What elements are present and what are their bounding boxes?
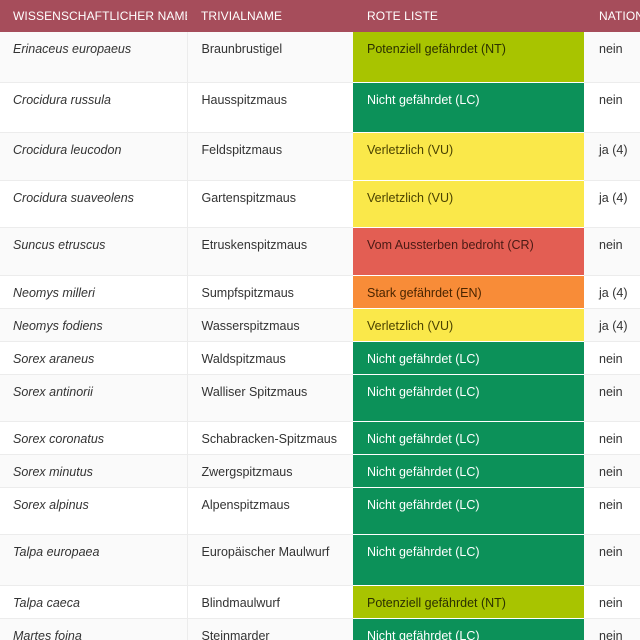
cell-national-priority: nein — [584, 32, 640, 83]
cell-common-name: Alpenspitzmaus — [187, 487, 353, 535]
cell-common-name: Wasserspitzmaus — [187, 308, 353, 342]
cell-common-name: Steinmarder — [187, 618, 353, 640]
cell-red-list-status: Stark gefährdet (EN) — [353, 275, 584, 309]
table-row[interactable]: Erinaceus europaeus Braunbrustigel Potenzi… — [0, 32, 640, 83]
table-row[interactable]: Sorex minutus Zwergspitzmaus Nicht gefährd… — [0, 454, 640, 488]
cell-national-priority: nein — [584, 227, 640, 276]
cell-national-priority: ja (4) — [584, 132, 640, 181]
cell-red-list-status: Nicht gefährdet (LC) — [353, 421, 584, 455]
table-body: Erinaceus europaeus Braunbrustigel Potenzi… — [0, 32, 640, 640]
header-row: WISSENSCHAFTLICHER NAME TRIVIALNAME ROTE… — [0, 0, 640, 32]
table-row[interactable]: Crocidura russula Hausspitzmaus Nicht gefä… — [0, 82, 640, 133]
cell-national-priority: nein — [584, 341, 640, 375]
cell-scientific-name: Sorex antinorii — [0, 374, 188, 422]
table-row[interactable]: Neomys milleri Sumpfspitzmaus Stark gefähr… — [0, 275, 640, 309]
species-table-container: WISSENSCHAFTLICHER NAME TRIVIALNAME ROTE… — [0, 0, 640, 640]
cell-scientific-name: Talpa europaea — [0, 534, 188, 586]
cell-red-list-status: Nicht gefährdet (LC) — [353, 82, 584, 133]
cell-common-name: Braunbrustigel — [187, 32, 353, 83]
cell-common-name: Etruskenspitzmaus — [187, 227, 353, 276]
cell-common-name: Schabracken-Spitzmaus — [187, 421, 353, 455]
cell-scientific-name: Sorex coronatus — [0, 421, 188, 455]
column-header-scientific-name[interactable]: WISSENSCHAFTLICHER NAME — [0, 0, 187, 32]
table-row[interactable]: Talpa caeca Blindmaulwurf Potenziell gefäh… — [0, 585, 640, 619]
cell-common-name: Zwergspitzmaus — [187, 454, 353, 488]
cell-red-list-status: Potenziell gefährdet (NT) — [353, 585, 584, 619]
cell-red-list-status: Verletzlich (VU) — [353, 180, 584, 228]
cell-national-priority: nein — [584, 618, 640, 640]
cell-national-priority: ja (4) — [584, 180, 640, 228]
cell-national-priority: nein — [584, 534, 640, 586]
cell-common-name: Gartenspitzmaus — [187, 180, 353, 228]
cell-scientific-name: Neomys fodiens — [0, 308, 188, 342]
column-header-red-list[interactable]: ROTE LISTE — [353, 0, 584, 32]
cell-scientific-name: Erinaceus europaeus — [0, 32, 188, 83]
table-row[interactable]: Martes foina Steinmarder Nicht gefährdet (… — [0, 618, 640, 640]
cell-national-priority: nein — [584, 82, 640, 133]
cell-scientific-name: Sorex minutus — [0, 454, 188, 488]
cell-common-name: Waldspitzmaus — [187, 341, 353, 375]
cell-red-list-status: Nicht gefährdet (LC) — [353, 374, 584, 422]
table-row[interactable]: Neomys fodiens Wasserspitzmaus Verletzlich… — [0, 308, 640, 342]
cell-scientific-name: Suncus etruscus — [0, 227, 188, 276]
cell-red-list-status: Nicht gefährdet (LC) — [353, 618, 584, 640]
cell-scientific-name: Martes foina — [0, 618, 188, 640]
cell-scientific-name: Crocidura suaveolens — [0, 180, 188, 228]
table-row[interactable]: Sorex alpinus Alpenspitzmaus Nicht gefährd… — [0, 487, 640, 535]
cell-scientific-name: Crocidura russula — [0, 82, 188, 133]
cell-common-name: Feldspitzmaus — [187, 132, 353, 181]
cell-red-list-status: Nicht gefährdet (LC) — [353, 341, 584, 375]
table-row[interactable]: Talpa europaea Europäischer Maulwurf Nicht… — [0, 534, 640, 586]
cell-national-priority: ja (4) — [584, 308, 640, 342]
table-row[interactable]: Sorex antinorii Walliser Spitzmaus Nicht g… — [0, 374, 640, 422]
cell-red-list-status: Verletzlich (VU) — [353, 132, 584, 181]
cell-red-list-status: Nicht gefährdet (LC) — [353, 487, 584, 535]
table-row[interactable]: Crocidura suaveolens Gartenspitzmaus Verle… — [0, 180, 640, 228]
cell-common-name: Blindmaulwurf — [187, 585, 353, 619]
cell-red-list-status: Nicht gefährdet (LC) — [353, 454, 584, 488]
cell-scientific-name: Talpa caeca — [0, 585, 188, 619]
cell-red-list-status: Nicht gefährdet (LC) — [353, 534, 584, 586]
cell-red-list-status: Vom Aussterben bedroht (CR) — [353, 227, 584, 276]
table-row[interactable]: Crocidura leucodon Feldspitzmaus Verletzli… — [0, 132, 640, 181]
cell-common-name: Europäischer Maulwurf — [187, 534, 353, 586]
column-header-national[interactable]: NATION — [584, 0, 640, 32]
cell-national-priority: nein — [584, 421, 640, 455]
cell-national-priority: nein — [584, 454, 640, 488]
cell-national-priority: nein — [584, 374, 640, 422]
cell-scientific-name: Sorex araneus — [0, 341, 188, 375]
cell-red-list-status: Potenziell gefährdet (NT) — [353, 32, 584, 83]
cell-scientific-name: Neomys milleri — [0, 275, 188, 309]
table-header: WISSENSCHAFTLICHER NAME TRIVIALNAME ROTE… — [0, 0, 640, 32]
cell-national-priority: nein — [584, 487, 640, 535]
species-table: WISSENSCHAFTLICHER NAME TRIVIALNAME ROTE… — [0, 0, 640, 640]
cell-national-priority: nein — [584, 585, 640, 619]
cell-national-priority: ja (4) — [584, 275, 640, 309]
cell-red-list-status: Verletzlich (VU) — [353, 308, 584, 342]
cell-common-name: Hausspitzmaus — [187, 82, 353, 133]
cell-scientific-name: Crocidura leucodon — [0, 132, 188, 181]
table-row[interactable]: Sorex coronatus Schabracken-Spitzmaus Nich… — [0, 421, 640, 455]
table-row[interactable]: Sorex araneus Waldspitzmaus Nicht gefährde… — [0, 341, 640, 375]
table-row[interactable]: Suncus etruscus Etruskenspitzmaus Vom Auss… — [0, 227, 640, 276]
cell-scientific-name: Sorex alpinus — [0, 487, 188, 535]
column-header-common-name[interactable]: TRIVIALNAME — [187, 0, 353, 32]
cell-common-name: Sumpfspitzmaus — [187, 275, 353, 309]
cell-common-name: Walliser Spitzmaus — [187, 374, 353, 422]
